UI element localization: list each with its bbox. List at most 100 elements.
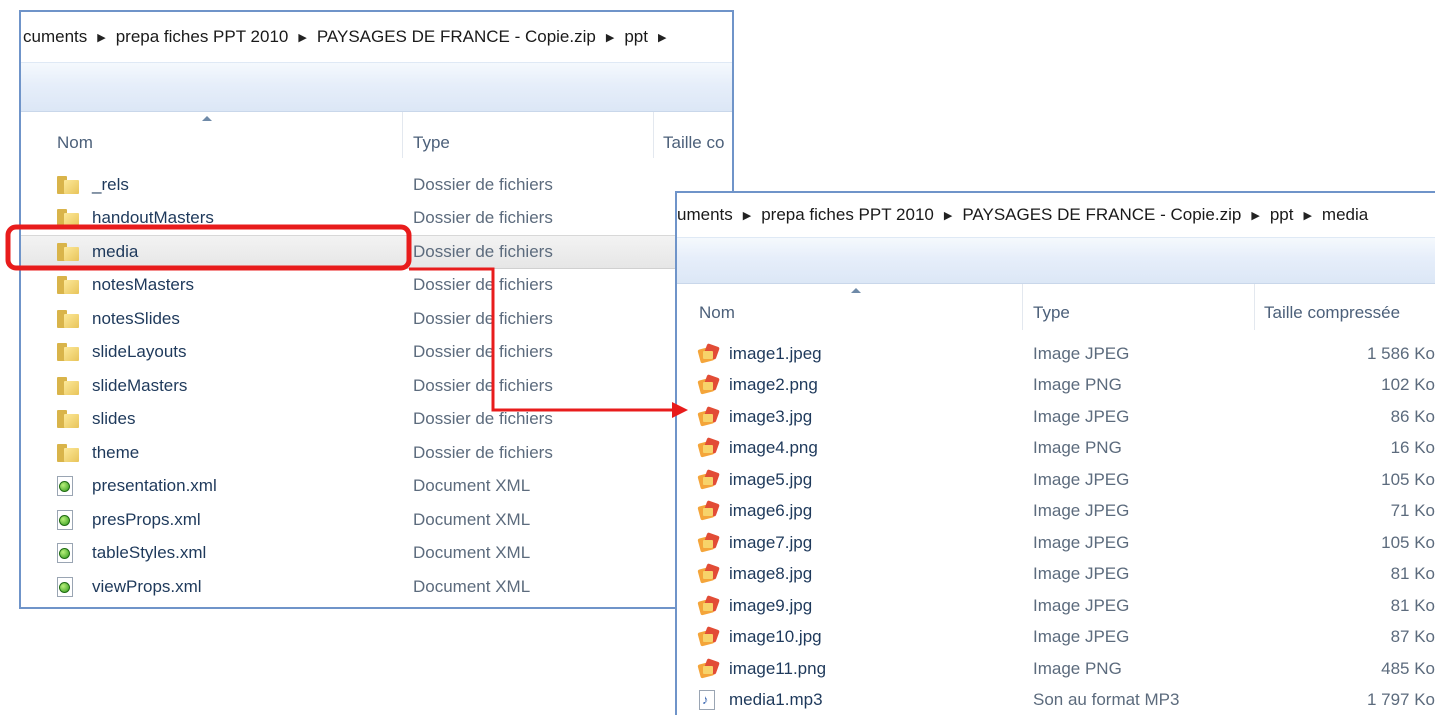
file-type: Image JPEG <box>1033 564 1130 584</box>
column-divider[interactable] <box>1254 284 1255 330</box>
file-name: slides <box>92 409 136 429</box>
file-type: Dossier de fichiers <box>413 442 553 462</box>
sort-ascending-icon[interactable] <box>202 116 212 121</box>
toolbar <box>677 238 1435 284</box>
file-type: Document XML <box>413 543 531 563</box>
breadcrumb-segment[interactable]: ppt <box>624 27 648 47</box>
breadcrumb-arrow-icon[interactable]: ▶ <box>743 209 751 222</box>
breadcrumb-segment[interactable]: prepa fiches PPT 2010 <box>116 27 289 47</box>
folder-icon <box>57 242 79 261</box>
file-name: image9.jpg <box>729 595 813 615</box>
file-row[interactable]: tableStyles.xml Document XML <box>21 537 732 571</box>
file-row[interactable]: image10.jpg Image JPEG 87 Ko <box>677 622 1435 654</box>
address-bar[interactable]: cuments ▶ prepa fiches PPT 2010 ▶ PAYSAG… <box>21 12 732 63</box>
file-row[interactable]: image2.png Image PNG 102 Ko <box>677 370 1435 402</box>
file-row[interactable]: image3.jpg Image JPEG 86 Ko <box>677 401 1435 433</box>
file-size: 81 Ko <box>1390 595 1435 615</box>
file-size: 86 Ko <box>1390 406 1435 426</box>
explorer-window-ppt: cuments ▶ prepa fiches PPT 2010 ▶ PAYSAG… <box>19 10 734 609</box>
breadcrumb-segment[interactable]: ppt <box>1270 205 1294 225</box>
file-row[interactable]: _rels Dossier de fichiers <box>21 168 732 202</box>
breadcrumb-arrow-icon[interactable]: ▶ <box>944 209 952 222</box>
image-file-icon <box>697 437 721 458</box>
file-size: 102 Ko <box>1381 375 1435 395</box>
file-row[interactable]: image5.jpg Image JPEG 105 Ko <box>677 464 1435 496</box>
column-divider[interactable] <box>1022 284 1023 330</box>
breadcrumb-segment[interactable]: uments <box>677 205 733 225</box>
breadcrumb-arrow-icon[interactable]: ▶ <box>97 31 105 44</box>
breadcrumb-segment[interactable]: media <box>1322 205 1368 225</box>
file-type: Image JPEG <box>1033 627 1130 647</box>
file-name: image5.jpg <box>729 469 813 489</box>
column-type[interactable]: Type <box>1033 303 1070 323</box>
file-type: Image PNG <box>1033 438 1122 458</box>
file-row[interactable]: image1.jpeg Image JPEG 1 586 Ko <box>677 338 1435 370</box>
column-name[interactable]: Nom <box>57 133 93 153</box>
file-row[interactable]: image8.jpg Image JPEG 81 Ko <box>677 559 1435 591</box>
image-file-icon <box>697 594 721 616</box>
breadcrumb-segment[interactable]: PAYSAGES DE FRANCE - Copie.zip <box>317 27 596 47</box>
file-row[interactable]: slides Dossier de fichiers <box>21 403 732 437</box>
file-row[interactable]: presentation.xml Document XML <box>21 470 732 504</box>
file-row[interactable]: handoutMasters Dossier de fichiers <box>21 202 732 236</box>
file-row[interactable]: slideLayouts Dossier de fichiers <box>21 336 732 370</box>
file-row[interactable]: theme Dossier de fichiers <box>21 436 732 470</box>
image-file-icon <box>697 405 721 427</box>
file-row[interactable]: notesSlides Dossier de fichiers <box>21 302 732 336</box>
file-type: Dossier de fichiers <box>413 275 553 295</box>
file-row[interactable]: image4.png Image PNG 16 Ko <box>677 433 1435 465</box>
file-row[interactable]: notesMasters Dossier de fichiers <box>21 269 732 303</box>
file-list: image1.jpeg Image JPEG 1 586 Ko image2.png I… <box>677 338 1435 715</box>
column-divider[interactable] <box>402 112 403 158</box>
column-size[interactable]: Taille compressée <box>1264 303 1400 323</box>
breadcrumb-segment[interactable]: PAYSAGES DE FRANCE - Copie.zip <box>962 205 1241 225</box>
file-name: image4.png <box>729 438 818 458</box>
image-file-icon <box>697 626 721 647</box>
file-list: _rels Dossier de fichiers handoutMasters Do… <box>21 168 732 604</box>
file-name: presProps.xml <box>92 509 201 529</box>
file-type: Image JPEG <box>1033 406 1130 426</box>
address-bar[interactable]: uments ▶ prepa fiches PPT 2010 ▶ PAYSAGE… <box>677 193 1435 238</box>
file-name: image11.png <box>729 658 827 678</box>
file-row[interactable]: image6.jpg Image JPEG 71 Ko <box>677 496 1435 528</box>
file-row[interactable]: image7.jpg Image JPEG 105 Ko <box>677 527 1435 559</box>
folder-icon <box>57 343 79 362</box>
file-size: 1 797 Ko <box>1366 690 1435 710</box>
file-row[interactable]: presProps.xml Document XML <box>21 503 732 537</box>
image-file-icon <box>697 657 721 679</box>
column-divider[interactable] <box>653 112 654 158</box>
file-row[interactable]: ♪ media1.mp3 Son au format MP3 1 797 Ko <box>677 685 1435 715</box>
file-row[interactable]: slideMasters Dossier de fichiers <box>21 369 732 403</box>
file-row[interactable]: media Dossier de fichiers <box>21 235 732 269</box>
file-type: Document XML <box>413 509 531 529</box>
file-size: 485 Ko <box>1381 658 1435 678</box>
explorer-window-media: uments ▶ prepa fiches PPT 2010 ▶ PAYSAGE… <box>675 191 1435 715</box>
sort-ascending-icon[interactable] <box>851 288 861 293</box>
file-name: handoutMasters <box>92 208 214 228</box>
file-name: slideLayouts <box>92 342 187 362</box>
file-name: theme <box>92 442 140 462</box>
breadcrumb-segment[interactable]: cuments <box>23 27 87 47</box>
breadcrumb-arrow-icon[interactable]: ▶ <box>606 31 614 44</box>
column-type[interactable]: Type <box>413 133 450 153</box>
breadcrumb-arrow-icon[interactable]: ▶ <box>1303 209 1311 222</box>
breadcrumb-arrow-icon[interactable]: ▶ <box>658 31 666 44</box>
file-name: slideMasters <box>92 375 188 395</box>
file-type: Document XML <box>413 476 531 496</box>
file-row[interactable]: image11.png Image PNG 485 Ko <box>677 653 1435 685</box>
file-row[interactable]: viewProps.xml Document XML <box>21 570 732 604</box>
column-name[interactable]: Nom <box>699 303 735 323</box>
file-type: Image JPEG <box>1033 469 1130 489</box>
column-size[interactable]: Taille co <box>663 133 724 153</box>
file-type: Image JPEG <box>1033 343 1130 363</box>
folder-icon <box>57 376 79 395</box>
breadcrumb-segment[interactable]: prepa fiches PPT 2010 <box>761 205 934 225</box>
file-name: image6.jpg <box>729 501 813 521</box>
file-type: Image PNG <box>1033 375 1122 395</box>
breadcrumb-arrow-icon[interactable]: ▶ <box>1251 209 1259 222</box>
breadcrumb-arrow-icon[interactable]: ▶ <box>298 31 306 44</box>
file-type: Dossier de fichiers <box>413 409 553 429</box>
file-name: media1.mp3 <box>729 690 823 710</box>
file-row[interactable]: image9.jpg Image JPEG 81 Ko <box>677 590 1435 622</box>
xml-file-icon <box>57 543 73 564</box>
